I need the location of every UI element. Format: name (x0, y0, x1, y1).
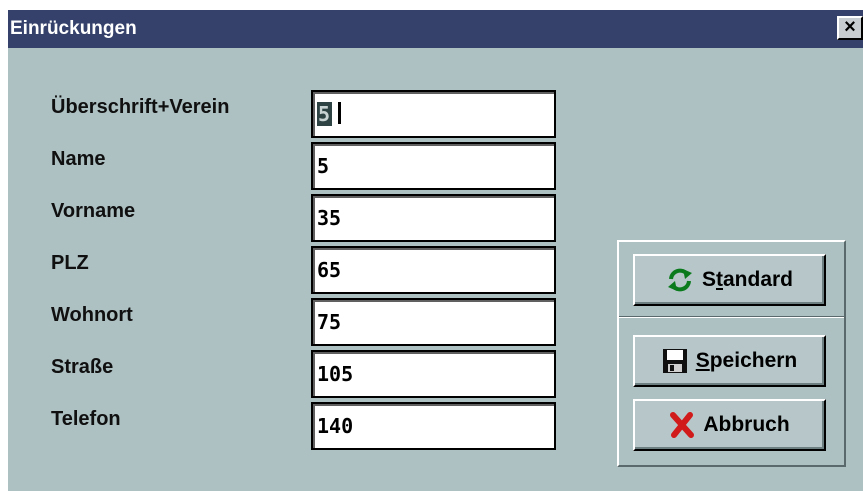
button-panel: Standard Speichern Abbruch (617, 240, 846, 467)
window-title: Einrückungen (10, 18, 137, 39)
standard-label: Standard (702, 268, 793, 292)
name-input[interactable]: 5 (311, 142, 556, 190)
floppy-disk-icon (662, 349, 687, 373)
ueberschrift-verein-value: 5 (317, 102, 342, 126)
standard-label-accel: t (716, 268, 723, 291)
speichern-button[interactable]: Speichern (633, 335, 826, 387)
label-strasse: Straße (51, 356, 114, 378)
vorname-input[interactable]: 35 (311, 194, 556, 242)
panel-divider (619, 316, 844, 318)
title-bar[interactable]: Einrückungen × (8, 10, 863, 48)
standard-button[interactable]: Standard (633, 254, 826, 306)
abbruch-button[interactable]: Abbruch (633, 399, 826, 451)
dialog-window: Einrückungen × Überschrift+Verein Name V… (0, 0, 863, 491)
name-value: 5 (317, 154, 330, 178)
strasse-input[interactable]: 105 (311, 350, 556, 398)
speichern-label-post: peichern (709, 349, 798, 372)
telefon-value: 140 (317, 414, 354, 438)
standard-label-post: andard (723, 268, 794, 291)
telefon-input[interactable]: 140 (311, 402, 556, 450)
dialog-body: Überschrift+Verein Name Vorname PLZ Wohn… (8, 48, 863, 491)
label-wohnort: Wohnort (51, 304, 133, 326)
label-telefon: Telefon (51, 408, 121, 430)
selected-text: 5 (317, 102, 333, 126)
plz-input[interactable]: 65 (311, 246, 556, 294)
strasse-value: 105 (317, 362, 354, 386)
wohnort-value: 75 (317, 310, 342, 334)
red-x-icon (670, 412, 695, 438)
label-plz: PLZ (51, 252, 89, 274)
wohnort-input[interactable]: 75 (311, 298, 556, 346)
plz-value: 65 (317, 258, 342, 282)
standard-label-pre: S (701, 268, 716, 291)
label-ueberschrift-verein: Überschrift+Verein (51, 96, 230, 118)
ueberschrift-verein-input[interactable]: 5 (311, 90, 556, 138)
label-vorname: Vorname (51, 200, 136, 222)
close-button[interactable]: × (837, 16, 863, 40)
speichern-label-accel: S (695, 349, 710, 372)
abbruch-label: Abbruch (703, 413, 790, 436)
close-icon: × (844, 16, 856, 38)
refresh-icon (667, 268, 692, 292)
text-caret (338, 102, 342, 124)
label-name: Name (51, 148, 106, 170)
vorname-value: 35 (317, 206, 342, 230)
speichern-label: Speichern (696, 349, 798, 373)
